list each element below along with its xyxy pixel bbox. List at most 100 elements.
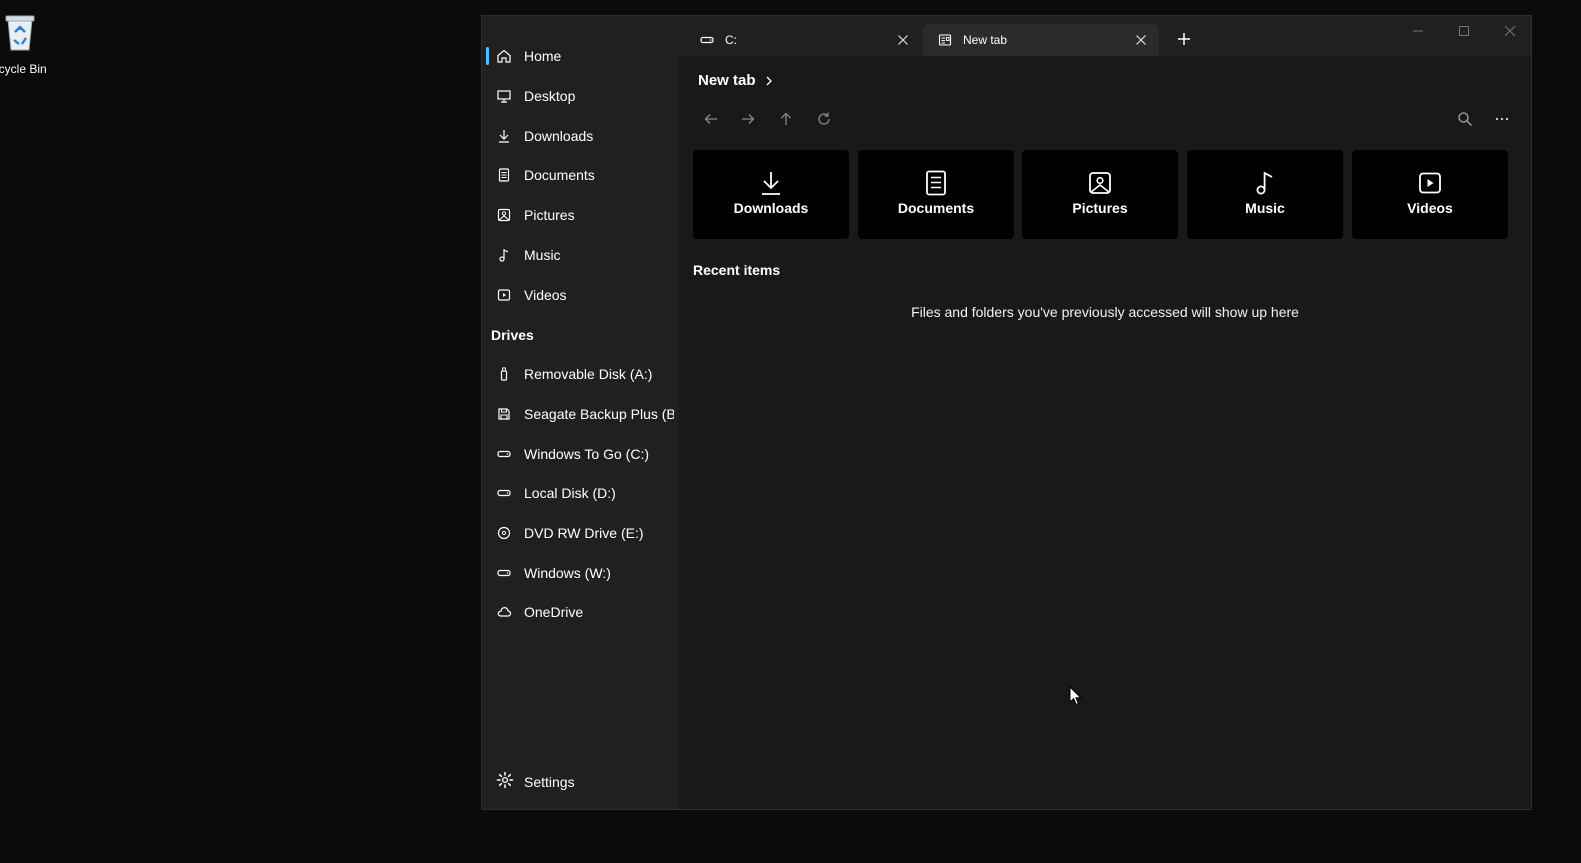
drives-section-title: Drives [491, 327, 534, 343]
picture-icon [1087, 170, 1113, 196]
sidebar: Home Desktop Downloads Documents Picture… [482, 16, 679, 809]
sidebar-item-label: DVD RW Drive (E:) [524, 525, 644, 541]
recent-items-empty-message: Files and folders you've previously acce… [911, 304, 1299, 320]
back-button[interactable] [699, 109, 723, 133]
arrow-up-icon [778, 111, 794, 132]
main-pane: C: New tab New tab Downloads Documents P… [679, 16, 1531, 809]
close-icon[interactable] [895, 32, 911, 48]
content-area: New tab Downloads Documents Pictures Mus… [679, 56, 1531, 809]
tab-new-tab[interactable]: New tab [923, 24, 1159, 56]
disc-icon [494, 523, 514, 543]
tab-label: New tab [963, 33, 1008, 47]
desktop-icon [494, 86, 514, 106]
sidebar-item-downloads[interactable]: Downloads [486, 118, 676, 154]
settings-label: Settings [524, 774, 575, 790]
sidebar-item-music[interactable]: Music [486, 237, 676, 273]
sidebar-item-label: Desktop [524, 88, 576, 104]
arrow-right-icon [740, 111, 756, 132]
recycle-bin-label: ecycle Bin [0, 62, 47, 76]
more-icon [1494, 111, 1510, 132]
tab-bar: C: New tab [679, 16, 1531, 56]
cloud-icon [494, 602, 514, 622]
hard-drive-icon [494, 444, 514, 464]
hard-drive-icon [494, 563, 514, 583]
download-icon [494, 126, 514, 146]
home-icon [494, 46, 514, 66]
plus-icon [1177, 32, 1191, 51]
breadcrumb-current[interactable]: New tab [698, 72, 756, 89]
add-tab-button[interactable] [1173, 30, 1195, 52]
sidebar-item-videos[interactable]: Videos [486, 277, 676, 313]
sidebar-item-label: OneDrive [524, 604, 584, 620]
tab-c-drive[interactable]: C: [685, 24, 921, 56]
sidebar-item-label: Music [524, 247, 561, 263]
picture-icon [494, 205, 514, 225]
sidebar-item-label: Windows To Go (C:) [524, 446, 649, 462]
hard-drive-icon [699, 32, 715, 48]
recent-items-title: Recent items [693, 262, 781, 278]
minimize-button[interactable] [1403, 22, 1433, 44]
quick-access-card-videos[interactable]: Videos [1352, 150, 1508, 239]
card-label: Documents [897, 200, 975, 216]
sidebar-item-desktop[interactable]: Desktop [486, 78, 676, 114]
more-options-button[interactable] [1490, 109, 1514, 133]
quick-access-card-music[interactable]: Music [1187, 150, 1343, 239]
new-tab-icon [937, 32, 953, 48]
chevron-right-icon[interactable] [765, 76, 773, 86]
tab-label: C: [725, 33, 737, 47]
document-icon [494, 165, 514, 185]
video-icon [494, 285, 514, 305]
forward-button[interactable] [736, 109, 760, 133]
recycle-bin-icon [5, 15, 35, 51]
card-label: Pictures [1072, 200, 1128, 216]
minimize-icon [1412, 24, 1424, 42]
search-icon [1457, 111, 1473, 132]
sidebar-item-label: Local Disk (D:) [524, 485, 616, 501]
sidebar-item-drive-e[interactable]: DVD RW Drive (E:) [486, 515, 676, 551]
sidebar-item-drive-b[interactable]: Seagate Backup Plus (B:) [486, 396, 676, 432]
breadcrumb[interactable]: New tab [698, 72, 773, 89]
hard-drive-icon [494, 483, 514, 503]
refresh-button[interactable] [812, 109, 836, 133]
sidebar-item-onedrive[interactable]: OneDrive [486, 594, 676, 630]
arrow-left-icon [703, 111, 719, 132]
sidebar-item-label: Documents [524, 167, 595, 183]
sidebar-item-label: Downloads [524, 128, 594, 144]
up-button[interactable] [774, 109, 798, 133]
files-app-window: Home Desktop Downloads Documents Picture… [481, 15, 1532, 810]
music-icon [1252, 170, 1278, 196]
sidebar-item-drive-c[interactable]: Windows To Go (C:) [486, 436, 676, 472]
gear-icon [496, 771, 514, 794]
close-icon[interactable] [1133, 32, 1149, 48]
sidebar-item-documents[interactable]: Documents [486, 157, 676, 193]
sidebar-item-label: Pictures [524, 207, 575, 223]
usb-drive-icon [494, 364, 514, 384]
sidebar-item-label: Home [524, 48, 562, 64]
recycle-bin-desktop-icon[interactable]: ecycle Bin [0, 10, 60, 80]
music-icon [494, 245, 514, 265]
settings-button[interactable]: Settings [496, 767, 575, 797]
quick-access-card-pictures[interactable]: Pictures [1022, 150, 1178, 239]
mouse-cursor-icon [1069, 686, 1083, 706]
quick-access-card-documents[interactable]: Documents [858, 150, 1014, 239]
sidebar-item-label: Removable Disk (A:) [524, 366, 653, 382]
card-label: Downloads [733, 200, 809, 216]
download-icon [758, 170, 784, 196]
close-window-button[interactable] [1495, 22, 1525, 44]
sidebar-item-label: Seagate Backup Plus (B:) [524, 406, 674, 422]
quick-access-card-downloads[interactable]: Downloads [693, 150, 849, 239]
sidebar-item-drive-d[interactable]: Local Disk (D:) [486, 475, 676, 511]
sidebar-item-drive-a[interactable]: Removable Disk (A:) [486, 356, 676, 392]
sidebar-item-drive-w[interactable]: Windows (W:) [486, 555, 676, 591]
sidebar-item-label: Windows (W:) [524, 565, 611, 581]
document-icon [923, 170, 949, 196]
maximize-button[interactable] [1449, 22, 1479, 44]
card-label: Music [1245, 200, 1285, 216]
sidebar-item-label: Videos [524, 287, 567, 303]
maximize-icon [1458, 24, 1470, 42]
refresh-icon [816, 111, 832, 132]
search-button[interactable] [1453, 109, 1477, 133]
sidebar-item-pictures[interactable]: Pictures [486, 197, 676, 233]
video-icon [1417, 170, 1443, 196]
sidebar-item-home[interactable]: Home [486, 38, 676, 74]
